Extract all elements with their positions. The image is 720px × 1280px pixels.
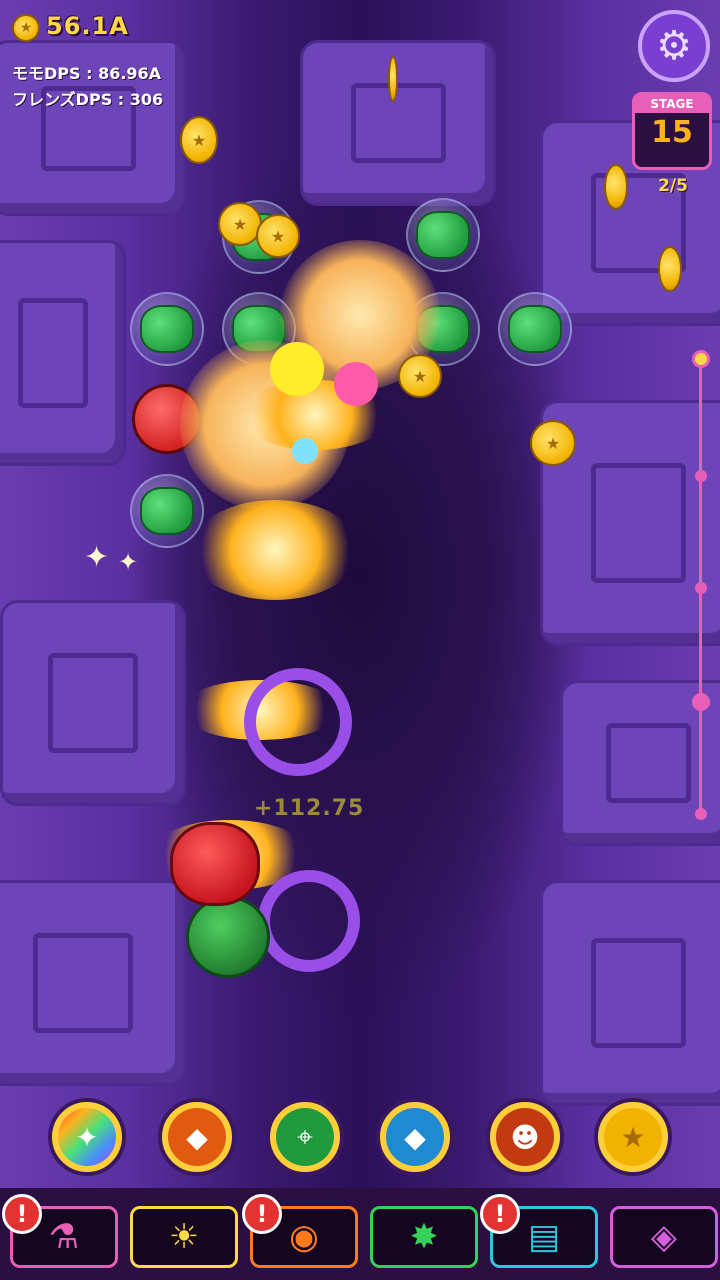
blue-capsule-icon: ◆ xyxy=(386,1108,444,1166)
track-marker-current xyxy=(692,350,710,368)
cyan-orb xyxy=(292,438,318,464)
stage-label: STAGE xyxy=(635,95,709,113)
friend-turtle xyxy=(186,896,270,978)
rock-right-4 xyxy=(540,880,720,1106)
rock-top-center xyxy=(300,40,496,206)
skill-button-rainbow[interactable]: ✦ xyxy=(48,1098,126,1176)
green-larva-enemy[interactable] xyxy=(130,292,204,366)
green-larva-enemy[interactable] xyxy=(406,198,480,272)
bomb-flask-icon: ◉ xyxy=(289,1217,319,1257)
tab-shop[interactable]: ◈ xyxy=(610,1206,718,1268)
stage-progress: 2/5 xyxy=(658,176,688,196)
alert-badge-icon: ! xyxy=(480,1194,520,1234)
green-larva-enemy[interactable] xyxy=(498,292,572,366)
dropped-coin[interactable]: ★ xyxy=(398,354,442,398)
momo-hero[interactable] xyxy=(170,822,260,906)
track-marker xyxy=(695,808,707,820)
friends-dps: フレンズDPS : 306 xyxy=(12,90,164,109)
track-marker xyxy=(695,470,707,482)
gem-shop-icon: ◈ xyxy=(650,1217,678,1257)
stage-indicator: STAGE 15 xyxy=(632,92,712,170)
rock-left-2 xyxy=(0,240,126,466)
skill-button-coin[interactable]: ★ xyxy=(594,1098,672,1176)
dropped-coin[interactable] xyxy=(658,246,682,292)
target-ring xyxy=(244,668,352,776)
track-marker xyxy=(695,582,707,594)
tab-skill-tree[interactable]: ☀ xyxy=(130,1206,238,1268)
gear-icon: ⚙ xyxy=(656,23,692,69)
momo-dps: モモDPS : 86.96A xyxy=(12,64,162,83)
rock-left-4 xyxy=(0,880,186,1086)
dropped-coin[interactable] xyxy=(604,164,628,210)
alert-badge-icon: ! xyxy=(2,1194,42,1234)
skill-button-orange-capsule[interactable]: ◆ xyxy=(158,1098,236,1176)
sparkle-icon: ✦ xyxy=(118,548,139,576)
pumpkin-bomb-icon: ☻ xyxy=(496,1108,554,1166)
sun-lightbulb-icon: ☀ xyxy=(168,1217,200,1257)
orange-capsule-icon: ◆ xyxy=(168,1108,226,1166)
sparkle-icon: ✦ xyxy=(84,540,110,575)
yellow-orb xyxy=(270,342,324,396)
alert-badge-icon: ! xyxy=(242,1194,282,1234)
pink-orb xyxy=(334,362,378,406)
tab-friends[interactable]: ✸ xyxy=(370,1206,478,1268)
skill-button-target[interactable]: ⌖ xyxy=(266,1098,344,1176)
dropped-coin[interactable]: ★ xyxy=(180,116,218,164)
target-ring xyxy=(258,870,360,972)
gold-coin-icon: ★ xyxy=(604,1108,662,1166)
upgrade-potion-icon: ⚗ xyxy=(48,1217,80,1257)
friend-burst-icon: ✸ xyxy=(409,1217,439,1257)
rock-left-3 xyxy=(0,600,186,806)
damage-popup: +112.75 xyxy=(254,796,365,821)
coin-total: 56.1A xyxy=(46,12,129,40)
stage-number: 15 xyxy=(651,115,693,150)
dropped-coin[interactable] xyxy=(388,56,398,102)
target-crosshair-icon: ⌖ xyxy=(276,1108,334,1166)
rainbow-comet-icon: ✦ xyxy=(58,1108,116,1166)
skill-button-blue-capsule[interactable]: ◆ xyxy=(376,1098,454,1176)
shot-cluster xyxy=(190,500,360,600)
dropped-coin[interactable]: ★ xyxy=(256,214,300,258)
coin-icon: ★ xyxy=(12,14,40,42)
quest-scroll-icon: ▤ xyxy=(527,1217,561,1257)
dropped-coin[interactable]: ★ xyxy=(530,420,576,466)
settings-button[interactable]: ⚙ xyxy=(638,10,710,82)
skill-button-pumpkin[interactable]: ☻ xyxy=(486,1098,564,1176)
track-marker-boss xyxy=(692,693,710,711)
